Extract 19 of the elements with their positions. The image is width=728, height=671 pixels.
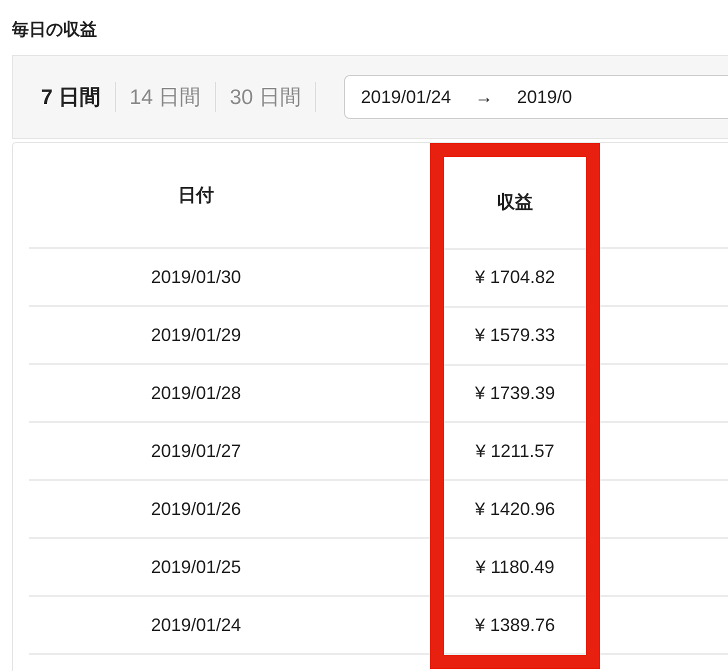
column-header: 日付: [29, 143, 363, 249]
table-cell: ¥ 1579.33: [444, 308, 586, 366]
table-cell: ¥ 1704.82: [444, 250, 586, 308]
table-cell: ¥ 1211.57: [444, 423, 586, 482]
table-cell: 2019/01/29: [29, 307, 363, 365]
table-cell: 2019/01/25: [29, 539, 363, 597]
table-cell: 2019/01/28: [29, 365, 363, 423]
table-cell: ¥ 1739.39: [444, 366, 586, 424]
page-title: 毎日の収益: [12, 19, 98, 41]
table-cell: ¥ 1180.49: [444, 539, 586, 598]
table-cell: 2019/01/30: [29, 249, 363, 307]
column-header: 収益: [444, 157, 586, 250]
period-tab[interactable]: 7 日間: [41, 83, 101, 111]
date-range-field[interactable]: 2019/01/24 → 2019/0: [344, 75, 728, 119]
table-cell: 2019/01/26: [29, 481, 363, 539]
table-cell: 2019/01/27: [29, 423, 363, 481]
table-cell: 2019/01/24: [29, 597, 363, 655]
table-cell: ¥ 1420.96: [444, 481, 586, 540]
table-cell: ¥ 1389.76: [444, 597, 586, 656]
